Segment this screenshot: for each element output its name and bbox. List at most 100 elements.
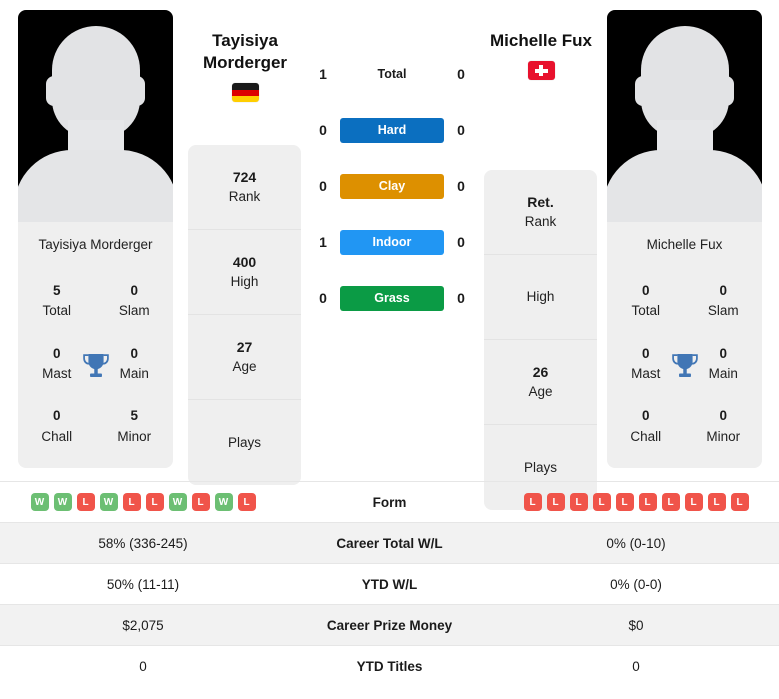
form-badge-l[interactable]: L (546, 493, 565, 511)
silhouette-ear-right-icon (129, 76, 145, 106)
h2h-left-count: 1 (319, 234, 327, 250)
silhouette-body-icon (18, 150, 173, 222)
surface-badge-hard[interactable]: Hard (340, 117, 444, 143)
german-flag-icon (231, 83, 259, 103)
form-badge-l[interactable]: L (569, 493, 588, 511)
surface-badge-indoor[interactable]: Indoor (340, 229, 444, 255)
stat-value: 0 (52, 408, 61, 424)
surface-badge-clay[interactable]: Clay (340, 173, 444, 199)
ytd-titles-right: 0 (632, 658, 640, 674)
form-badge-l[interactable]: L (145, 493, 164, 511)
info-value: 26 (532, 364, 549, 381)
player-photo-name-left: Tayisiya Morderger (18, 222, 173, 266)
table-row-ytd-titles: 0 YTD Titles 0 (0, 645, 779, 686)
stat-slam-right: 0 Slam (685, 273, 763, 330)
stat-label: Minor (706, 428, 741, 444)
h2h-label-total: Total (377, 67, 407, 81)
info-high-right: High (484, 255, 597, 340)
form-badge-w[interactable]: W (53, 493, 72, 511)
info-age-right: 26 Age (484, 340, 597, 425)
form-badges-right: LLLLLLLLLL (493, 493, 779, 511)
form-badge-l[interactable]: L (191, 493, 210, 511)
silhouette-ear-left-icon (635, 76, 651, 106)
h2h-right-count: 0 (457, 234, 465, 250)
stat-value: 0 (130, 283, 138, 299)
h2h-right-count: 0 (457, 290, 465, 306)
player-name-right-line1: Michelle Fux (489, 31, 593, 50)
table-label-form: Form (372, 494, 407, 510)
swiss-flag-icon (527, 61, 555, 81)
info-rank-left: 724 Rank (188, 145, 301, 230)
player-card-left[interactable]: Tayisiya Morderger 5 Total 0 Slam 0 Mast… (18, 10, 173, 468)
stat-value: 0 (641, 283, 650, 299)
form-cell-left: WWLWLLWLWL (0, 493, 286, 511)
career-prize-money-right: $0 (628, 617, 644, 633)
info-label: Age (528, 384, 553, 400)
stat-label: Total (631, 303, 661, 319)
h2h-right-count: 0 (457, 178, 465, 194)
form-badge-l[interactable]: L (730, 493, 749, 511)
player-photo-left (18, 10, 173, 222)
player-name-left-line1: Tayisiya (212, 31, 278, 50)
info-value: 27 (236, 339, 253, 356)
table-row-form: WWLWLLWLWL Form LLLLLLLLLL (0, 481, 779, 522)
h2h-row-indoor: 1 Indoor 0 (312, 228, 472, 256)
form-badge-l[interactable]: L (638, 493, 657, 511)
stat-label: Chall (630, 428, 662, 444)
info-plays-left: Plays (188, 400, 301, 485)
titles-grid-left: 5 Total 0 Slam 0 Mast 0 Main 0 Chall 5 M… (18, 266, 173, 468)
form-badge-l[interactable]: L (237, 493, 256, 511)
form-badge-w[interactable]: W (168, 493, 187, 511)
comparison-table: WWLWLLWLWL Form LLLLLLLLLL 58% (336-245)… (0, 481, 779, 686)
form-badge-w[interactable]: W (30, 493, 49, 511)
stat-chall-right: 0 Chall (607, 398, 685, 455)
info-label: Rank (524, 214, 557, 230)
form-badge-w[interactable]: W (214, 493, 233, 511)
player-info-card-left[interactable]: 724 Rank 400 High 27 Age Plays (188, 145, 301, 485)
ytd-wl-right: 0% (0-0) (610, 576, 662, 592)
stat-minor-right: 0 Minor (685, 398, 763, 455)
info-age-left: 27 Age (188, 315, 301, 400)
h2h-right-count: 0 (457, 66, 465, 82)
h2h-right-count: 0 (457, 122, 465, 138)
player-card-right[interactable]: Michelle Fux 0 Total 0 Slam 0 Mast 0 Mai… (607, 10, 762, 468)
form-badge-l[interactable]: L (684, 493, 703, 511)
form-badge-l[interactable]: L (661, 493, 680, 511)
silhouette-ear-right-icon (718, 76, 734, 106)
stat-label: Slam (707, 303, 739, 319)
form-badge-l[interactable]: L (76, 493, 95, 511)
table-row-career-total-wl: 58% (336-245) Career Total W/L 0% (0-10) (0, 522, 779, 563)
ytd-titles-left: 0 (139, 658, 147, 674)
stat-value: 5 (52, 283, 61, 299)
form-badge-l[interactable]: L (592, 493, 611, 511)
stat-minor-left: 5 Minor (96, 398, 174, 455)
ytd-wl-left: 50% (11-11) (106, 576, 180, 592)
form-badge-l[interactable]: L (523, 493, 542, 511)
info-label: Age (232, 359, 257, 375)
stat-value: 5 (130, 408, 138, 424)
career-total-wl-right: 0% (0-10) (606, 535, 666, 551)
form-badge-l[interactable]: L (707, 493, 726, 511)
table-label-ytd-titles: YTD Titles (356, 658, 423, 674)
form-badge-w[interactable]: W (99, 493, 118, 511)
info-label: Plays (227, 434, 261, 450)
head-to-head-column: 1 Total 0 0 Hard 0 0 Clay 0 1 Indoor 0 0 (312, 60, 472, 312)
stat-label: Total (42, 303, 72, 319)
table-label-career-total-wl: Career Total W/L (336, 535, 443, 551)
table-label-ytd-wl: YTD W/L (361, 576, 418, 592)
info-label: High (230, 274, 259, 290)
player-photo-name-right: Michelle Fux (607, 222, 762, 266)
stat-value: 0 (719, 283, 727, 299)
stat-chall-left: 0 Chall (18, 398, 96, 455)
info-value: 724 (232, 169, 257, 186)
form-badge-l[interactable]: L (122, 493, 141, 511)
form-badges-left: WWLWLLWLWL (0, 493, 286, 511)
info-label: Plays (523, 459, 557, 475)
player-name-block-left: Tayisiya Morderger (170, 30, 320, 103)
stat-total-right: 0 Total (607, 273, 685, 330)
form-badge-l[interactable]: L (615, 493, 634, 511)
player-info-card-right[interactable]: Ret. Rank High 26 Age Plays (484, 170, 597, 510)
surface-badge-grass[interactable]: Grass (340, 285, 444, 311)
table-row-career-prize-money: $2,075 Career Prize Money $0 (0, 604, 779, 645)
silhouette-ear-left-icon (46, 76, 62, 106)
